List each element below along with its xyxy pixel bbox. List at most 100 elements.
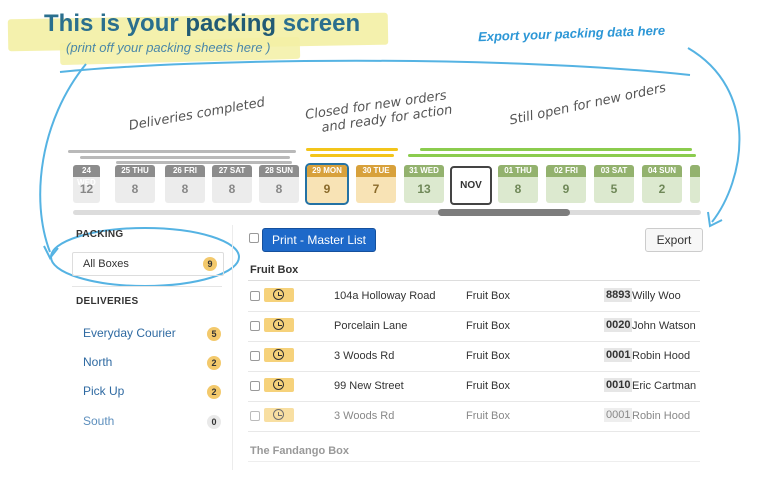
row-box: Fruit Box [466,320,511,332]
clock-icon[interactable] [264,408,294,422]
packing-header: PACKING [76,229,124,240]
completed-underline-2 [80,156,290,159]
date-tile-02[interactable]: 02 FRI 9 [546,165,586,203]
date-tile-30[interactable]: 30 TUE 7 [356,165,396,203]
clock-icon[interactable] [264,348,294,362]
delivery-pick-up[interactable]: Pick Up 2 [83,384,223,399]
closed-underline [306,148,398,151]
date-tile-24[interactable]: 24 WED 12 [73,165,100,203]
open-underline [420,148,692,151]
table-row[interactable]: Porcelain Lane Fruit Box 0020 John Watso… [248,311,700,342]
closed-underline-2 [310,154,394,157]
row-code: 0001 [604,408,633,422]
row-checkbox[interactable] [250,381,260,391]
delivery-south[interactable]: South 0 [83,414,223,429]
row-customer-name: Robin Hood [632,350,691,362]
row-box: Fruit Box [466,350,511,362]
row-customer-name: Robin Hood [632,410,691,422]
delivery-label: South [83,414,115,428]
date-label: 25 THU [115,165,155,177]
date-count: 9 [562,182,570,196]
date-count: 7 [372,182,380,196]
sidebar-separator [232,225,233,470]
date-tile-26[interactable]: 26 FRI 8 [165,165,205,203]
all-boxes-count: 9 [203,257,217,271]
row-address: Porcelain Lane [334,320,408,332]
row-customer-name: Eric Cartman [632,380,697,392]
row-checkbox[interactable] [250,351,260,361]
date-tile-27[interactable]: 27 SAT 8 [212,165,252,203]
row-address: 3 Woods Rd [334,350,395,362]
clock-icon[interactable] [264,288,294,302]
date-tile-04[interactable]: 04 SUN 2 [642,165,682,203]
delivery-label: Everyday Courier [83,326,176,340]
date-scrollbar-thumb[interactable] [438,209,570,216]
completed-underline-3 [116,161,292,164]
date-label: 03 SAT [594,165,634,177]
deliveries-header: DELIVERIES [76,296,139,307]
date-label: 26 FRI [165,165,205,177]
row-checkbox[interactable] [250,291,260,301]
row-code: 0001 [604,348,633,362]
date-count: 8 [275,182,283,196]
group-divider [248,461,700,462]
row-address: 3 Woods Rd [334,410,395,422]
date-count: 8 [228,182,236,196]
date-count: 13 [417,182,431,196]
date-label: 31 WED [404,165,444,177]
row-code: 8893 [604,288,633,302]
date-tile-29-selected[interactable]: 29 MON 9 [305,163,349,205]
delivery-count: 5 [207,327,221,341]
date-count: 8 [131,182,139,196]
date-tile-31[interactable]: 31 WED 13 [404,165,444,203]
all-boxes-item[interactable]: All Boxes 9 [72,252,224,276]
month-marker[interactable]: NOV [450,166,492,205]
row-customer-name: Willy Woo [632,290,681,302]
print-master-list-button[interactable]: Print - Master List [262,228,376,252]
delivery-everyday-courier[interactable]: Everyday Courier 5 [83,326,223,341]
table-row[interactable]: 99 New Street Fruit Box 0010 Eric Cartma… [248,371,700,402]
open-underline-2 [408,154,696,157]
date-label: 30 TUE [356,165,396,177]
date-scrollbar-track[interactable] [73,210,701,215]
delivery-count: 2 [207,356,221,370]
date-count: 9 [323,182,331,196]
row-box: Fruit Box [466,290,511,302]
delivery-count: 0 [207,415,221,429]
row-code: 0010 [604,378,633,392]
delivery-north[interactable]: North 2 [83,355,223,370]
sidebar-divider [72,286,222,287]
table-row[interactable]: 3 Woods Rd Fruit Box 0001 Robin Hood [248,341,700,372]
row-address: 99 New Street [334,380,404,392]
delivery-label: Pick Up [83,384,125,398]
date-count: 8 [514,182,522,196]
table-row[interactable]: 104a Holloway Road Fruit Box 8893 Willy … [248,281,700,312]
delivery-label: North [83,355,113,369]
date-label: 01 THU [498,165,538,177]
clock-icon[interactable] [264,378,294,392]
date-count: 8 [181,182,189,196]
date-label: 27 SAT [212,165,252,177]
date-count: 5 [610,182,618,196]
date-label: 24 WED [73,165,100,187]
row-checkbox[interactable] [250,411,260,421]
date-label [690,165,700,177]
date-label: 02 FRI [546,165,586,177]
date-tile-03[interactable]: 03 SAT 5 [594,165,634,203]
date-tile-01[interactable]: 01 THU 8 [498,165,538,203]
date-tile-partial[interactable] [690,165,700,203]
date-label: 29 MON [307,165,347,177]
table-row[interactable]: 3 Woods Rd Fruit Box 0001 Robin Hood [248,401,700,432]
row-box: Fruit Box [466,380,511,392]
select-all-checkbox[interactable] [249,233,259,243]
row-code: 0020 [604,318,633,332]
row-box: Fruit Box [466,410,511,422]
row-customer-name: John Watson [632,320,696,332]
date-label: 04 SUN [642,165,682,177]
row-checkbox[interactable] [250,321,260,331]
export-button[interactable]: Export [645,228,703,252]
date-tile-25[interactable]: 25 THU 8 [115,165,155,203]
row-address: 104a Holloway Road [334,290,436,302]
date-tile-28[interactable]: 28 SUN 8 [259,165,299,203]
clock-icon[interactable] [264,318,294,332]
